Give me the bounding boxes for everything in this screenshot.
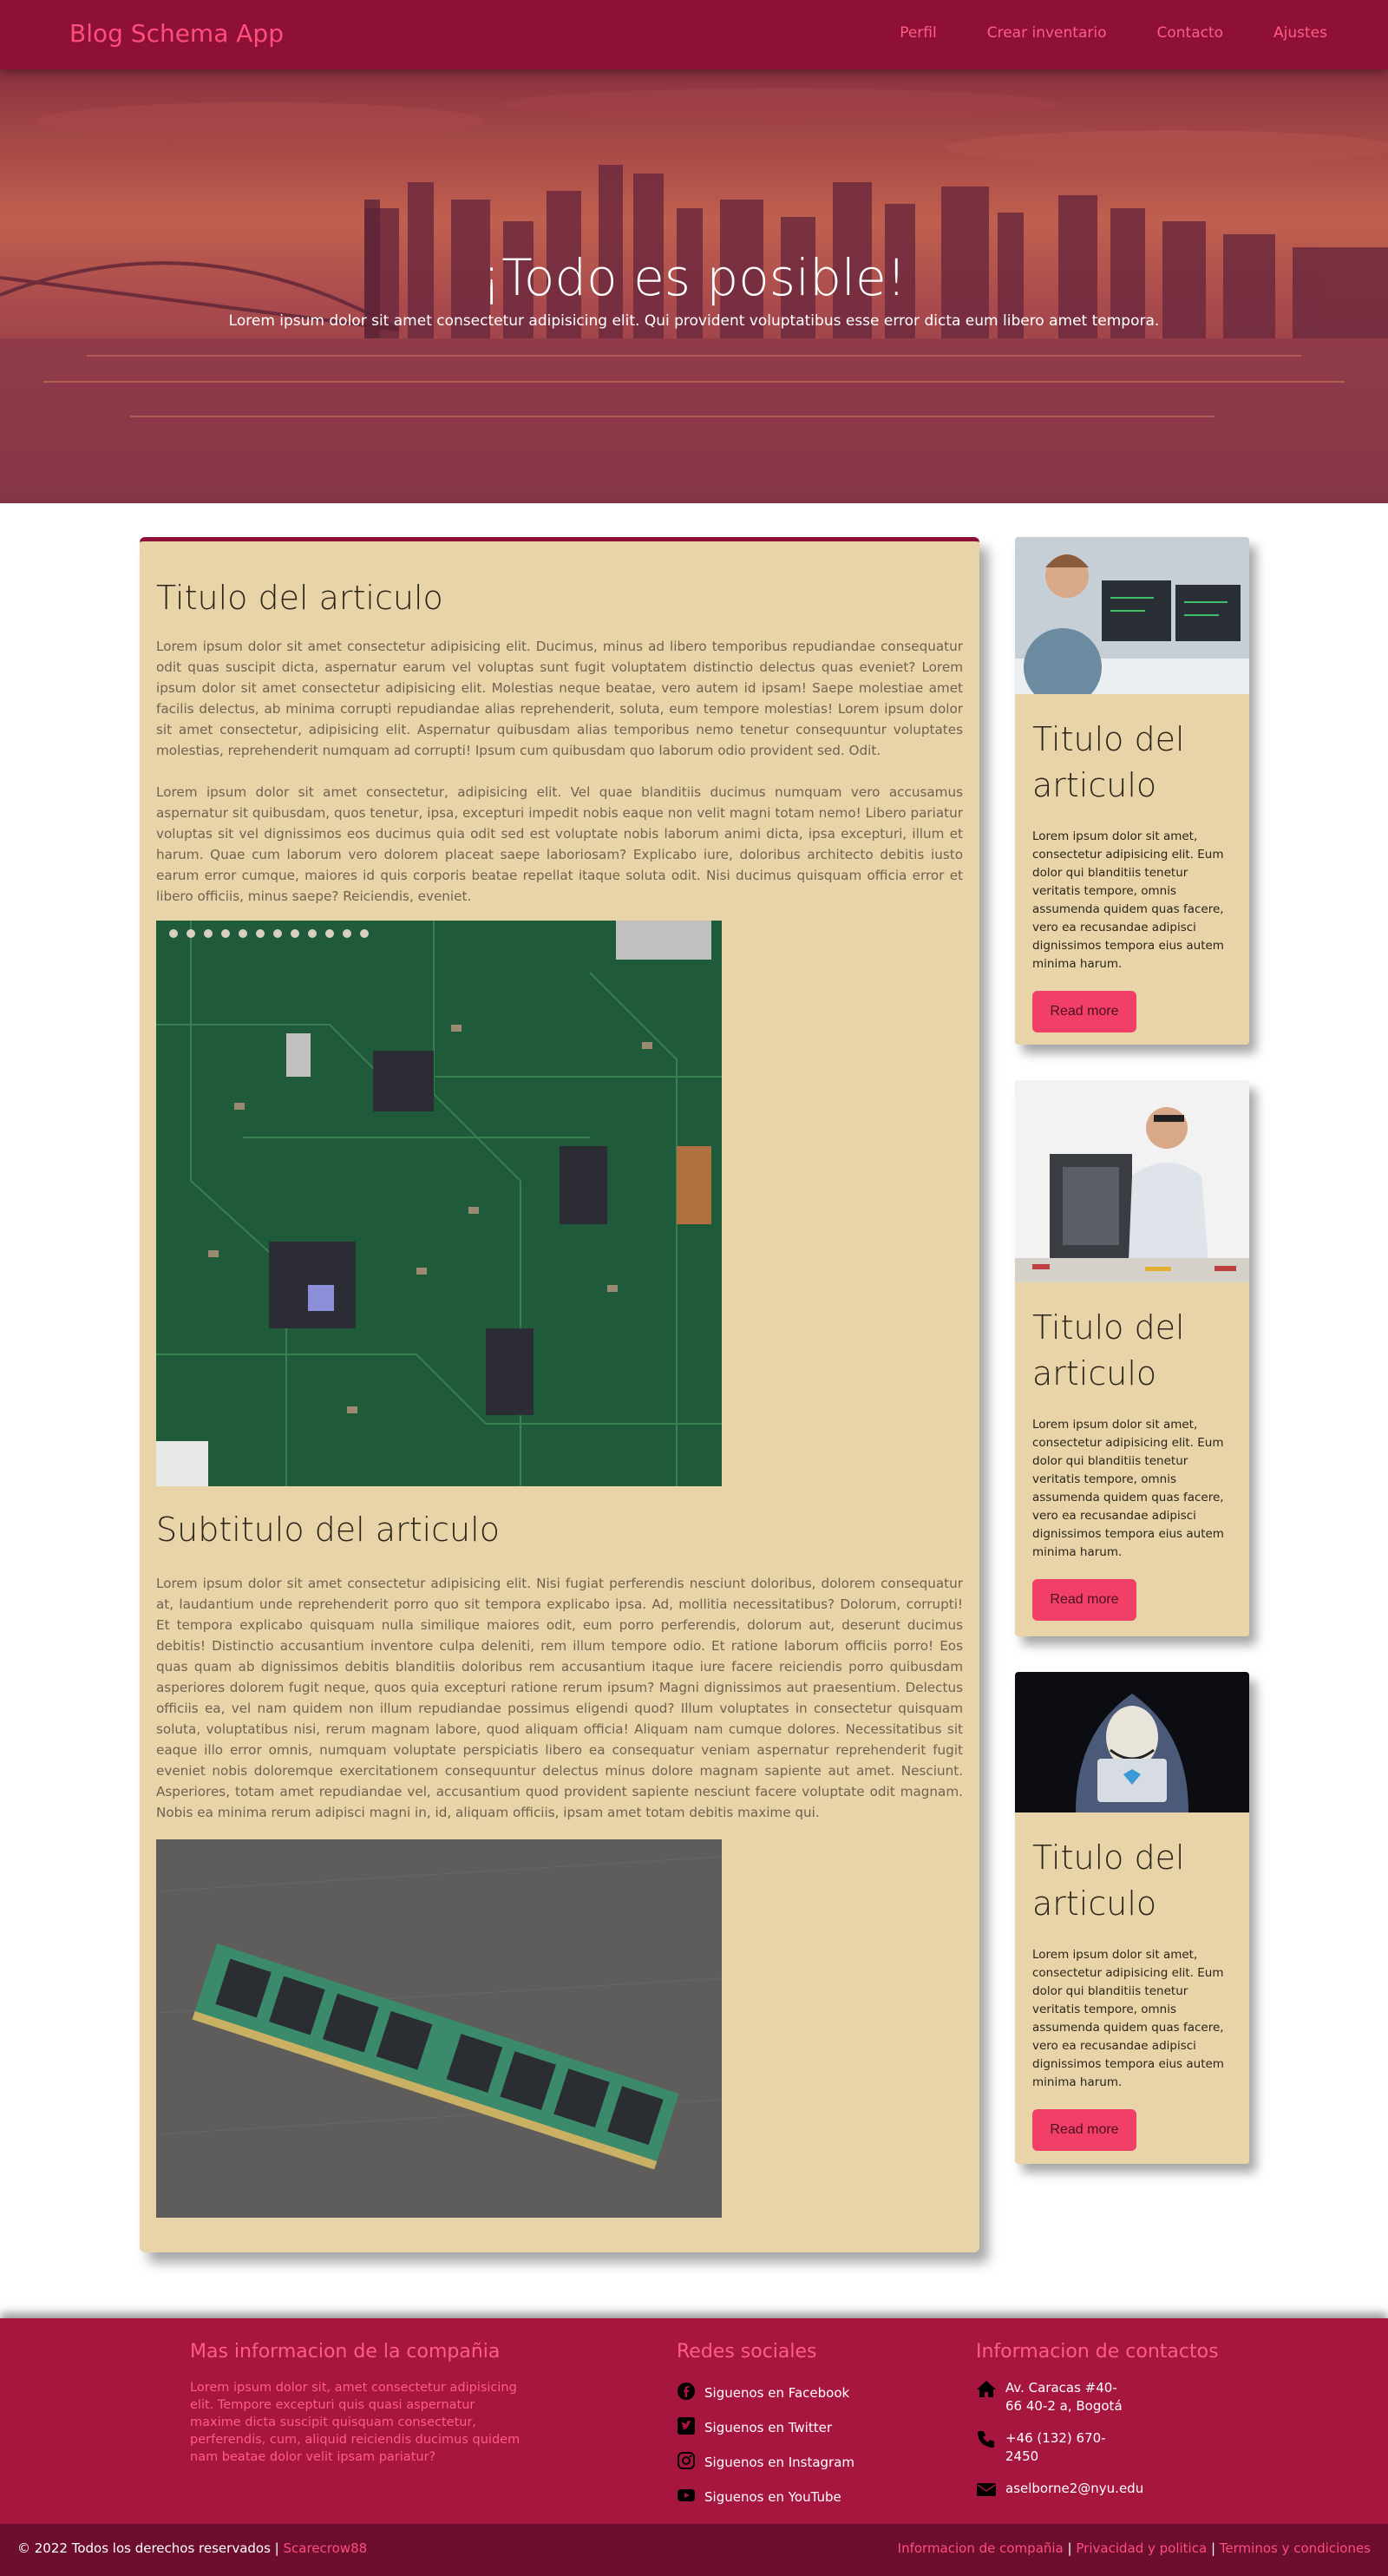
social-link-label: Siguenos en Facebook xyxy=(704,2385,850,2401)
nav-links: Perfil Crear inventario Contacto Ajustes xyxy=(900,24,1327,42)
read-more-button[interactable]: Read more xyxy=(1032,991,1136,1032)
social-link-label: Siguenos en YouTube xyxy=(704,2489,841,2505)
article-subtitle: Subtitulo del articulo xyxy=(156,1511,500,1549)
footer-contact-title: Informacion de contactos xyxy=(976,2341,1219,2363)
card-image-technician xyxy=(1015,1080,1249,1282)
hero-subtitle: Lorem ipsum dolor sit amet consectetur a… xyxy=(228,312,1160,330)
legal-links: Informacion de compañia | Privacidad y p… xyxy=(898,2540,1371,2556)
hero-title: ¡Todo es posible! xyxy=(481,248,907,307)
card-title: Titulo del articulo xyxy=(1032,1839,1185,1923)
footer-company-title: Mas informacion de la compañia xyxy=(190,2341,501,2363)
contact-address-text: Av. Caracas #40-66 40-2 a, Bogotá xyxy=(1005,2380,1123,2414)
facebook-icon xyxy=(677,2382,696,2404)
nav-link-contacto[interactable]: Contacto xyxy=(1156,24,1223,42)
social-link-youtube[interactable]: Siguenos en YouTube xyxy=(677,2480,854,2514)
card-text: Lorem ipsum dolor sit amet, consectetur … xyxy=(1032,1418,1224,1559)
social-link-label: Siguenos en Instagram xyxy=(704,2455,855,2470)
hero-banner: ¡Todo es posible! Lorem ipsum dolor sit … xyxy=(0,69,1388,503)
legal-separator: | xyxy=(1210,2540,1216,2556)
article-title: Titulo del articulo xyxy=(156,579,443,617)
card-title: Titulo del articulo xyxy=(1032,720,1185,804)
read-more-button[interactable]: Read more xyxy=(1032,2109,1136,2151)
ram-module-image xyxy=(156,1839,722,2218)
twitter-icon xyxy=(677,2416,696,2439)
card-image-hacker xyxy=(1015,1672,1249,1812)
sidebar-card: Titulo del articulo Lorem ipsum dolor si… xyxy=(1015,1672,1249,2164)
bottom-bar: © 2022 Todos los derechos reservados | S… xyxy=(0,2524,1388,2576)
social-link-facebook[interactable]: Siguenos en Facebook xyxy=(677,2376,854,2410)
copyright-text: © 2022 Todos los derechos reservados | xyxy=(17,2540,279,2556)
instagram-icon xyxy=(677,2451,696,2474)
article-paragraph: Lorem ipsum dolor sit amet consectetur, … xyxy=(156,784,963,904)
copyright: © 2022 Todos los derechos reservados | S… xyxy=(17,2540,367,2556)
sidebar-card: Titulo del articulo Lorem ipsum dolor si… xyxy=(1015,537,1249,1045)
sidebar-card: Titulo del articulo Lorem ipsum dolor si… xyxy=(1015,1080,1249,1636)
legal-link-terms[interactable]: Terminos y condiciones xyxy=(1220,2540,1371,2556)
brand-logo[interactable]: Blog Schema App xyxy=(69,19,284,48)
contact-phone: +46 (132) 670-2450 xyxy=(976,2429,1127,2466)
footer: Mas informacion de la compañia Lorem ips… xyxy=(0,2318,1388,2524)
footer-company-text: Lorem ipsum dolor sit, amet consectetur … xyxy=(190,2381,520,2464)
contact-phone-text: +46 (132) 670-2450 xyxy=(1005,2430,1106,2464)
contact-info: Av. Caracas #40-66 40-2 a, Bogotá +46 (1… xyxy=(976,2379,1144,2504)
nav-link-perfil[interactable]: Perfil xyxy=(900,24,937,42)
social-link-instagram[interactable]: Siguenos en Instagram xyxy=(677,2445,854,2480)
read-more-button[interactable]: Read more xyxy=(1032,1579,1136,1621)
contact-email[interactable]: aselborne2@nyu.edu xyxy=(976,2480,1144,2504)
footer-social-title: Redes sociales xyxy=(677,2341,817,2363)
legal-separator: | xyxy=(1067,2540,1072,2556)
legal-link-privacy[interactable]: Privacidad y politica xyxy=(1076,2540,1207,2556)
author-link[interactable]: Scarecrow88 xyxy=(284,2540,368,2556)
phone-icon xyxy=(976,2429,997,2454)
card-text: Lorem ipsum dolor sit amet, consectetur … xyxy=(1032,829,1224,971)
card-image-programmer xyxy=(1015,537,1249,694)
social-link-label: Siguenos en Twitter xyxy=(704,2420,832,2435)
legal-link-company-info[interactable]: Informacion de compañia xyxy=(898,2540,1064,2556)
social-links: Siguenos en Facebook Siguenos en Twitter… xyxy=(677,2376,854,2514)
circuit-board-image xyxy=(156,921,722,1486)
card-title: Titulo del articulo xyxy=(1032,1308,1185,1393)
nav-link-ajustes[interactable]: Ajustes xyxy=(1273,24,1327,42)
main-article: Titulo del articulo Lorem ipsum dolor si… xyxy=(140,537,979,2252)
navbar: Blog Schema App Perfil Crear inventario … xyxy=(0,0,1388,69)
social-link-twitter[interactable]: Siguenos en Twitter xyxy=(677,2410,854,2445)
article-sub-paragraph: Lorem ipsum dolor sit amet consectetur a… xyxy=(156,1576,963,1820)
envelope-icon xyxy=(976,2480,997,2504)
home-icon xyxy=(976,2379,997,2403)
card-text: Lorem ipsum dolor sit amet, consectetur … xyxy=(1032,1948,1224,2089)
contact-email-text: aselborne2@nyu.edu xyxy=(1005,2481,1144,2496)
youtube-icon xyxy=(677,2486,696,2508)
contact-address: Av. Caracas #40-66 40-2 a, Bogotá xyxy=(976,2379,1127,2415)
article-paragraph: Lorem ipsum dolor sit amet consectetur a… xyxy=(156,639,963,758)
nav-link-crear-inventario[interactable]: Crear inventario xyxy=(987,24,1107,42)
